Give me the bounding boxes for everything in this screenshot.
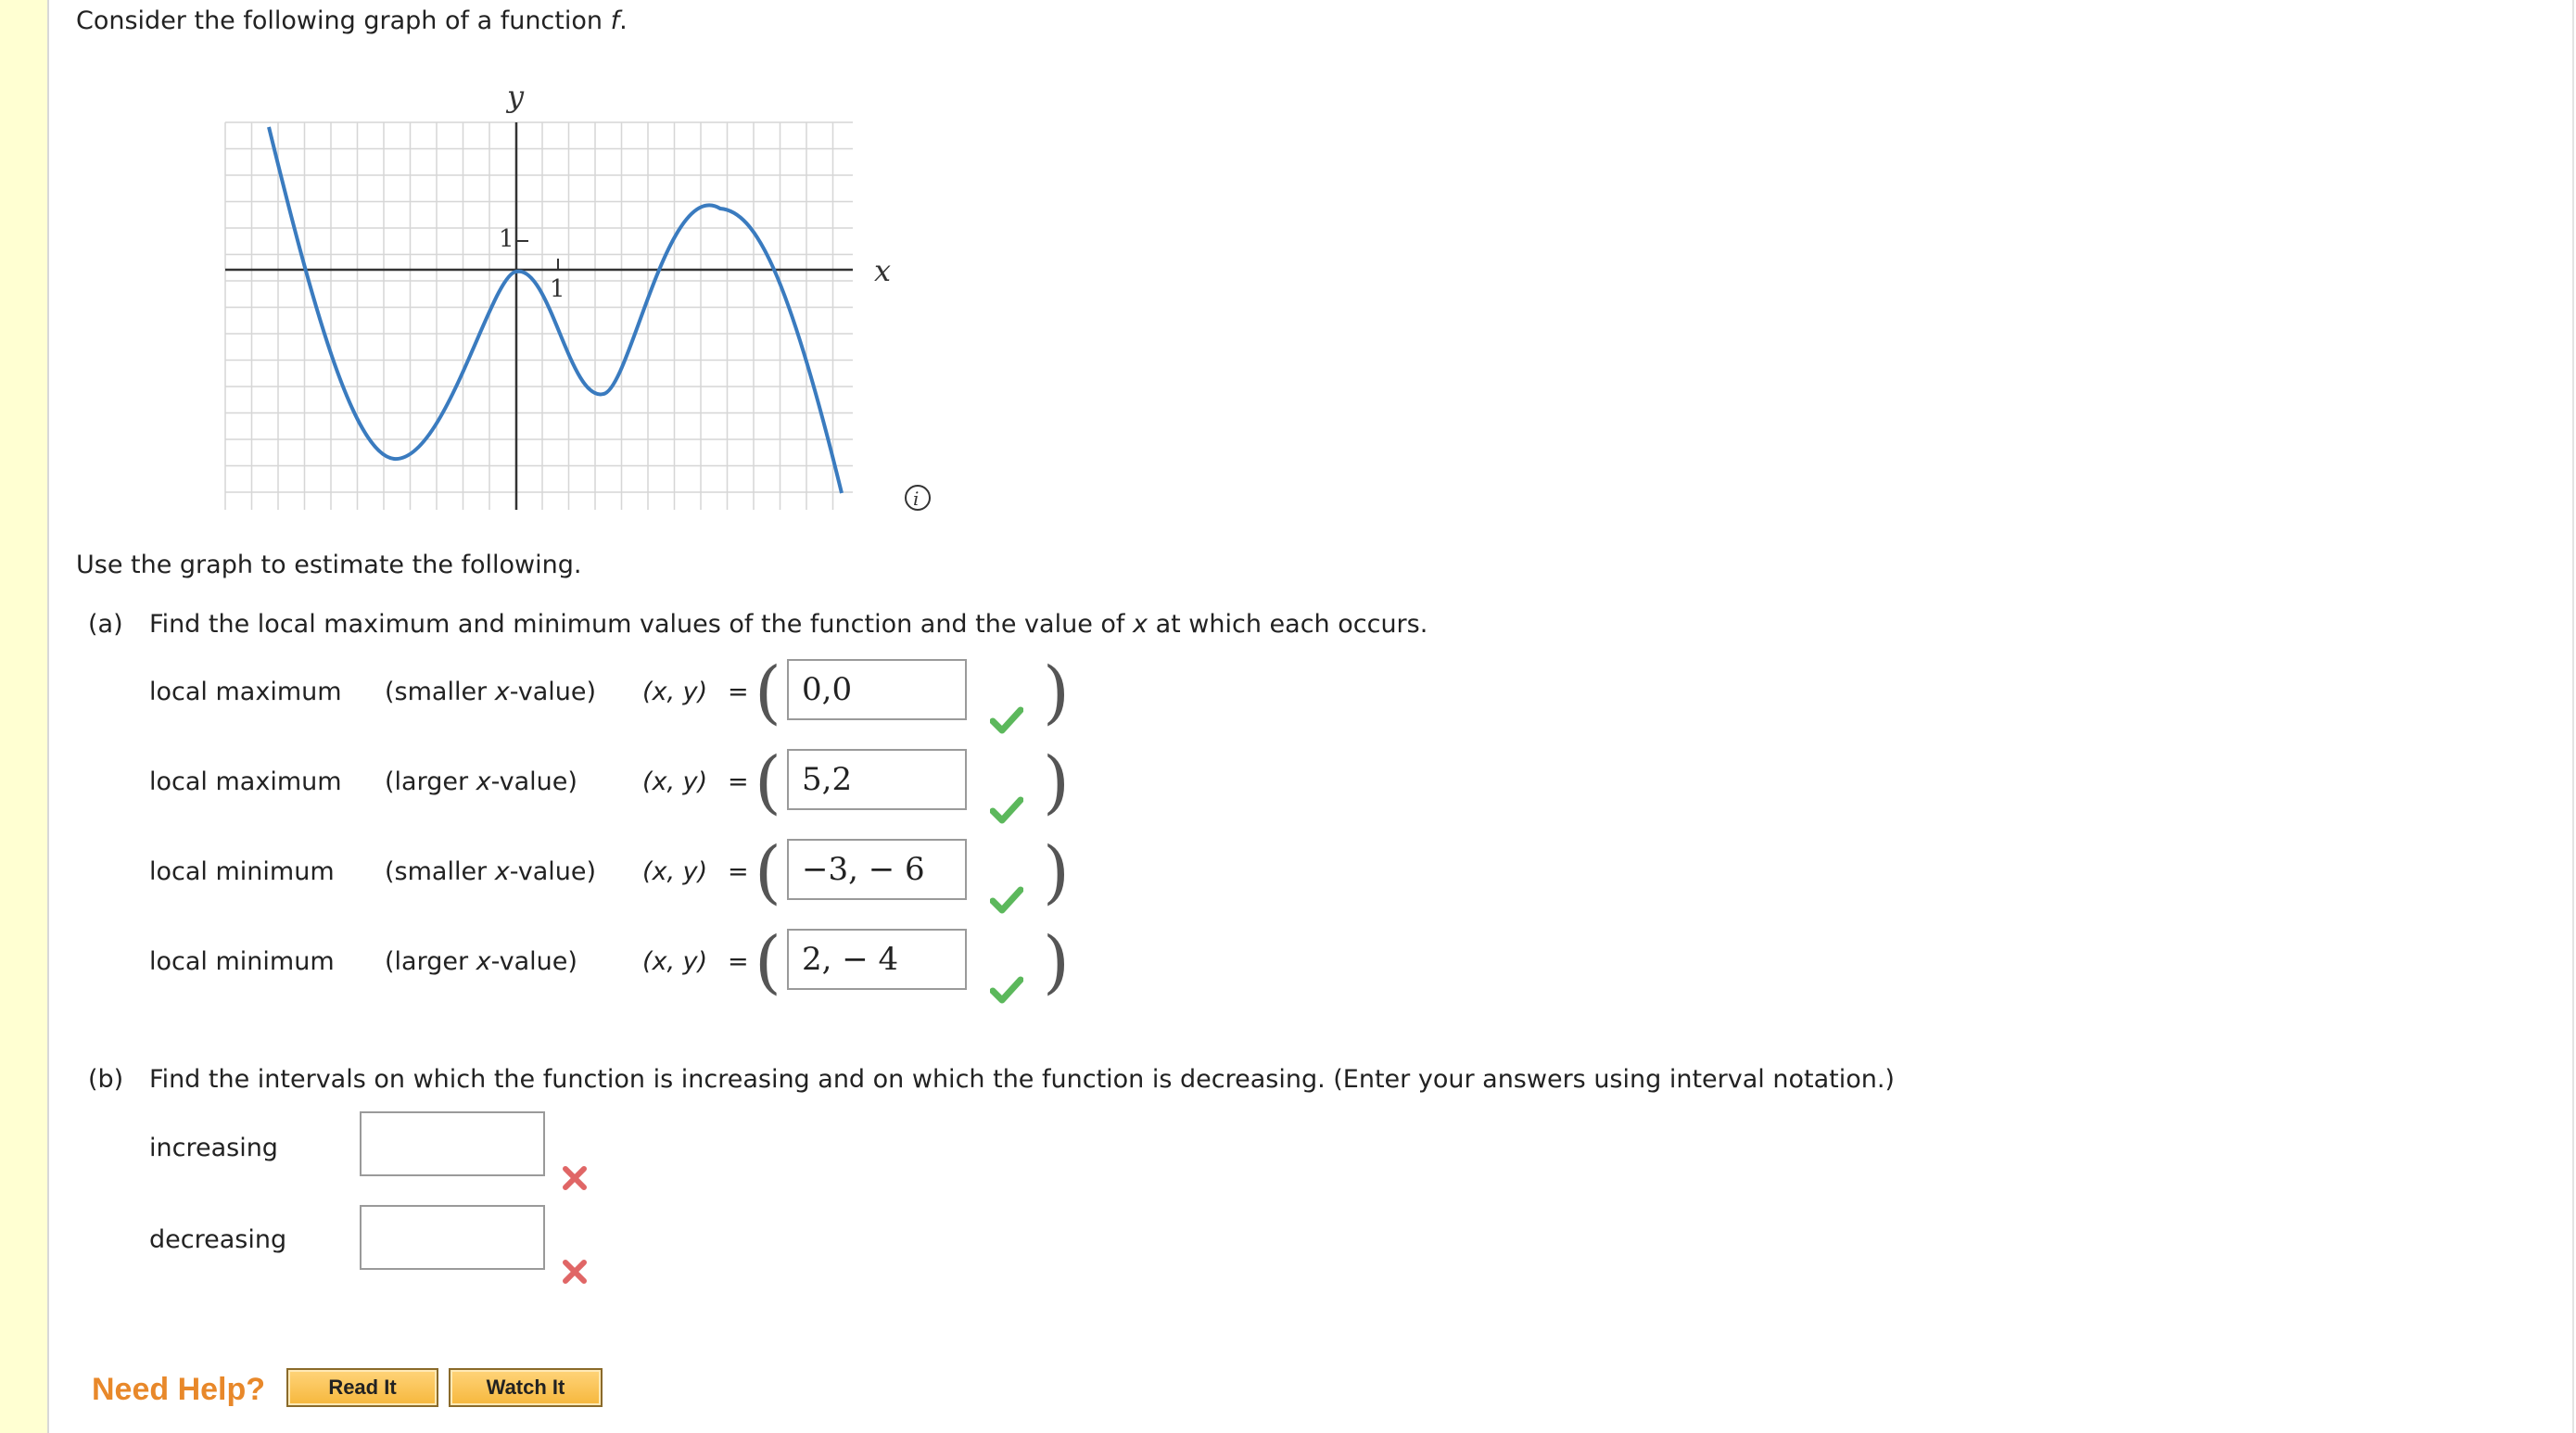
row-xy-label: (x, y) — [642, 678, 708, 706]
part-a-text-after: at which each occurs. — [1155, 610, 1428, 639]
open-paren: ( — [755, 742, 781, 822]
row-which-label: (larger x-value) — [385, 947, 577, 976]
row-equals: = — [728, 947, 749, 976]
answer-input-local-max-smaller[interactable]: 0,0 — [787, 659, 967, 720]
incorrect-icon — [563, 1166, 587, 1190]
part-b-prompt: Find the intervals on which the function… — [149, 1065, 1895, 1094]
close-paren: ) — [1043, 922, 1070, 1002]
row-xy-label: (x, y) — [642, 767, 708, 796]
x-axis-label: x — [874, 253, 891, 288]
question-intro: Consider the following graph of a functi… — [76, 6, 628, 37]
row-equals: = — [728, 857, 749, 886]
row-kind-label: local maximum — [149, 678, 342, 706]
read-it-button[interactable]: Read It — [286, 1368, 438, 1407]
open-paren: ( — [755, 653, 781, 732]
increasing-input[interactable] — [360, 1111, 545, 1176]
part-b-marker: (b) — [88, 1065, 124, 1094]
y-tick-label: 1 — [499, 225, 514, 253]
check-icon — [990, 706, 1023, 734]
decreasing-label: decreasing — [149, 1225, 287, 1254]
decreasing-input[interactable] — [360, 1205, 545, 1270]
svg-text:i: i — [913, 488, 919, 510]
open-paren: ( — [755, 922, 781, 1002]
answer-input-local-min-larger[interactable]: 2, − 4 — [787, 929, 967, 990]
open-paren: ( — [755, 832, 781, 912]
check-icon — [990, 976, 1023, 1004]
y-axis-label: y — [505, 79, 525, 114]
need-help-label: Need Help? — [92, 1372, 266, 1407]
answer-input-local-max-larger[interactable]: 5,2 — [787, 749, 967, 810]
left-sidebar — [0, 0, 47, 1433]
incorrect-icon — [563, 1260, 587, 1284]
row-kind-label: local minimum — [149, 947, 335, 976]
increasing-label: increasing — [149, 1134, 278, 1162]
sidebar-divider — [47, 0, 49, 1433]
function-curve — [267, 126, 844, 494]
row-which-label: (larger x-value) — [385, 767, 577, 796]
row-equals: = — [728, 678, 749, 706]
check-icon — [990, 796, 1023, 824]
graph-svg: 1 1 y x — [224, 79, 891, 510]
close-paren: ) — [1043, 742, 1070, 822]
part-a-prompt: Find the local maximum and minimum value… — [149, 609, 1428, 640]
info-icon[interactable]: i — [904, 484, 932, 512]
watch-it-button[interactable]: Watch It — [449, 1368, 603, 1407]
row-xy-label: (x, y) — [642, 857, 708, 886]
intro-period: . — [619, 6, 628, 35]
function-graph: 1 1 y x — [209, 74, 950, 519]
row-which-label: (smaller x-value) — [385, 857, 597, 886]
close-paren: ) — [1043, 832, 1070, 912]
instructions-text: Use the graph to estimate the following. — [76, 551, 582, 579]
close-paren: ) — [1043, 653, 1070, 732]
right-divider — [2572, 0, 2574, 1433]
intro-variable: f — [610, 6, 620, 35]
row-which-label: (smaller x-value) — [385, 678, 597, 706]
check-icon — [990, 886, 1023, 914]
row-kind-label: local maximum — [149, 767, 342, 796]
part-a-variable: x — [1133, 610, 1148, 639]
row-equals: = — [728, 767, 749, 796]
row-kind-label: local minimum — [149, 857, 335, 886]
intro-text: Consider the following graph of a functi… — [76, 6, 603, 35]
answer-input-local-min-smaller[interactable]: −3, − 6 — [787, 839, 967, 900]
part-a-marker: (a) — [88, 610, 123, 639]
x-tick-label: 1 — [550, 275, 565, 303]
row-xy-label: (x, y) — [642, 947, 708, 976]
part-a-text-before: Find the local maximum and minimum value… — [149, 610, 1125, 639]
